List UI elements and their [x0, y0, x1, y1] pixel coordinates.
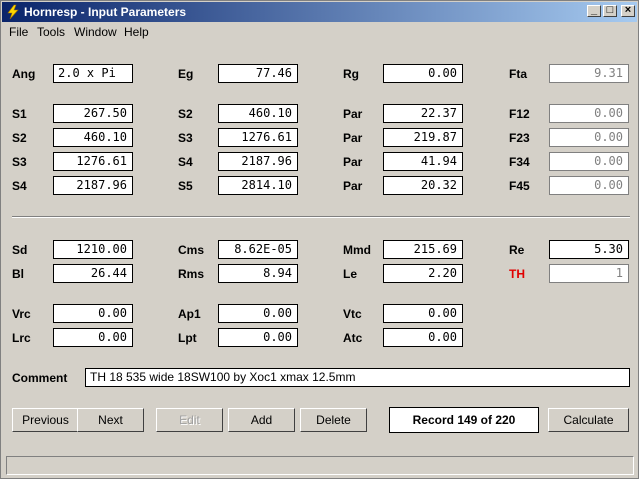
field-bl[interactable]: 26.44 [53, 264, 133, 283]
field-s4[interactable]: 2187.96 [218, 152, 298, 171]
label-s3-b: S3 [12, 155, 27, 169]
add-button[interactable]: Add [228, 408, 295, 432]
label-s4: S4 [178, 155, 193, 169]
label-lrc: Lrc [12, 331, 31, 345]
field-eg[interactable]: 77.46 [218, 64, 298, 83]
status-bar [6, 456, 634, 475]
field-rms[interactable]: 8.94 [218, 264, 298, 283]
maximize-icon: □ [606, 4, 614, 16]
label-f34: F34 [509, 155, 530, 169]
field-s4-b[interactable]: 2187.96 [53, 176, 133, 195]
field-par-2[interactable]: 219.87 [383, 128, 463, 147]
label-ap1: Ap1 [178, 307, 201, 321]
minimize-button[interactable]: _ [587, 4, 601, 17]
field-par-4[interactable]: 20.32 [383, 176, 463, 195]
close-icon: × [624, 4, 632, 16]
label-bl: Bl [12, 267, 24, 281]
label-par-3: Par [343, 155, 363, 169]
field-vrc[interactable]: 0.00 [53, 304, 133, 323]
label-par-1: Par [343, 107, 363, 121]
field-par-1[interactable]: 22.37 [383, 104, 463, 123]
field-ap1[interactable]: 0.00 [218, 304, 298, 323]
field-f12: 0.00 [549, 104, 629, 123]
menu-help[interactable]: Help [124, 25, 149, 39]
field-f23: 0.00 [549, 128, 629, 147]
hornresp-window: Hornresp - Input Parameters _ □ × File T… [0, 0, 639, 479]
field-s5[interactable]: 2814.10 [218, 176, 298, 195]
record-counter: Record 149 of 220 [389, 407, 539, 433]
field-par-3[interactable]: 41.94 [383, 152, 463, 171]
label-vtc: Vtc [343, 307, 362, 321]
label-vrc: Vrc [12, 307, 31, 321]
label-s2: S2 [178, 107, 193, 121]
menu-tools[interactable]: Tools [37, 25, 65, 39]
field-ang[interactable]: 2.0 x Pi [53, 64, 133, 83]
label-atc: Atc [343, 331, 363, 345]
label-re: Re [509, 243, 525, 257]
field-rg[interactable]: 0.00 [383, 64, 463, 83]
menu-window[interactable]: Window [74, 25, 117, 39]
field-s3[interactable]: 1276.61 [218, 128, 298, 147]
comment-input[interactable]: TH 18 535 wide 18SW100 by Xoc1 xmax 12.5… [85, 368, 630, 387]
label-rg: Rg [343, 67, 359, 81]
label-s4-b: S4 [12, 179, 27, 193]
label-comment: Comment [12, 371, 68, 385]
label-le: Le [343, 267, 358, 281]
menu-file[interactable]: File [9, 25, 28, 39]
section-divider [12, 216, 630, 218]
label-f12: F12 [509, 107, 530, 121]
label-rms: Rms [178, 267, 205, 281]
label-s2-b: S2 [12, 131, 27, 145]
close-button[interactable]: × [621, 4, 635, 17]
field-f34: 0.00 [549, 152, 629, 171]
label-par-2: Par [343, 131, 363, 145]
label-s5: S5 [178, 179, 193, 193]
maximize-button[interactable]: □ [603, 4, 617, 17]
label-cms: Cms [178, 243, 205, 257]
field-s2-b[interactable]: 460.10 [53, 128, 133, 147]
field-s3-b[interactable]: 1276.61 [53, 152, 133, 171]
label-s3: S3 [178, 131, 193, 145]
field-lpt[interactable]: 0.00 [218, 328, 298, 347]
delete-button[interactable]: Delete [300, 408, 367, 432]
field-cms[interactable]: 8.62E-05 [218, 240, 298, 259]
label-f45: F45 [509, 179, 530, 193]
label-par-4: Par [343, 179, 363, 193]
field-atc[interactable]: 0.00 [383, 328, 463, 347]
label-lpt: Lpt [178, 331, 197, 345]
next-button[interactable]: Next [77, 408, 144, 432]
lightning-icon [7, 4, 19, 20]
field-mmd[interactable]: 215.69 [383, 240, 463, 259]
field-le[interactable]: 2.20 [383, 264, 463, 283]
window-title: Hornresp - Input Parameters [24, 5, 187, 19]
field-vtc[interactable]: 0.00 [383, 304, 463, 323]
label-ang: Ang [12, 67, 36, 81]
field-f45: 0.00 [549, 176, 629, 195]
label-eg: Eg [178, 67, 194, 81]
label-f23: F23 [509, 131, 530, 145]
label-mmd: Mmd [343, 243, 371, 257]
previous-button[interactable]: Previous [12, 408, 79, 432]
field-sd[interactable]: 1210.00 [53, 240, 133, 259]
label-s1: S1 [12, 107, 27, 121]
field-fta: 9.31 [549, 64, 629, 83]
minimize-icon: _ [590, 4, 598, 16]
field-s1[interactable]: 267.50 [53, 104, 133, 123]
field-lrc[interactable]: 0.00 [53, 328, 133, 347]
label-fta: Fta [509, 67, 527, 81]
field-s2[interactable]: 460.10 [218, 104, 298, 123]
field-re[interactable]: 5.30 [549, 240, 629, 259]
edit-button[interactable]: Edit [156, 408, 223, 432]
menu-bar: File Tools Window Help [2, 22, 637, 42]
label-sd: Sd [12, 243, 28, 257]
field-th: 1 [549, 264, 629, 283]
calculate-button[interactable]: Calculate [548, 408, 629, 432]
title-bar[interactable]: Hornresp - Input Parameters _ □ × [2, 2, 637, 22]
label-th[interactable]: TH [509, 267, 525, 281]
